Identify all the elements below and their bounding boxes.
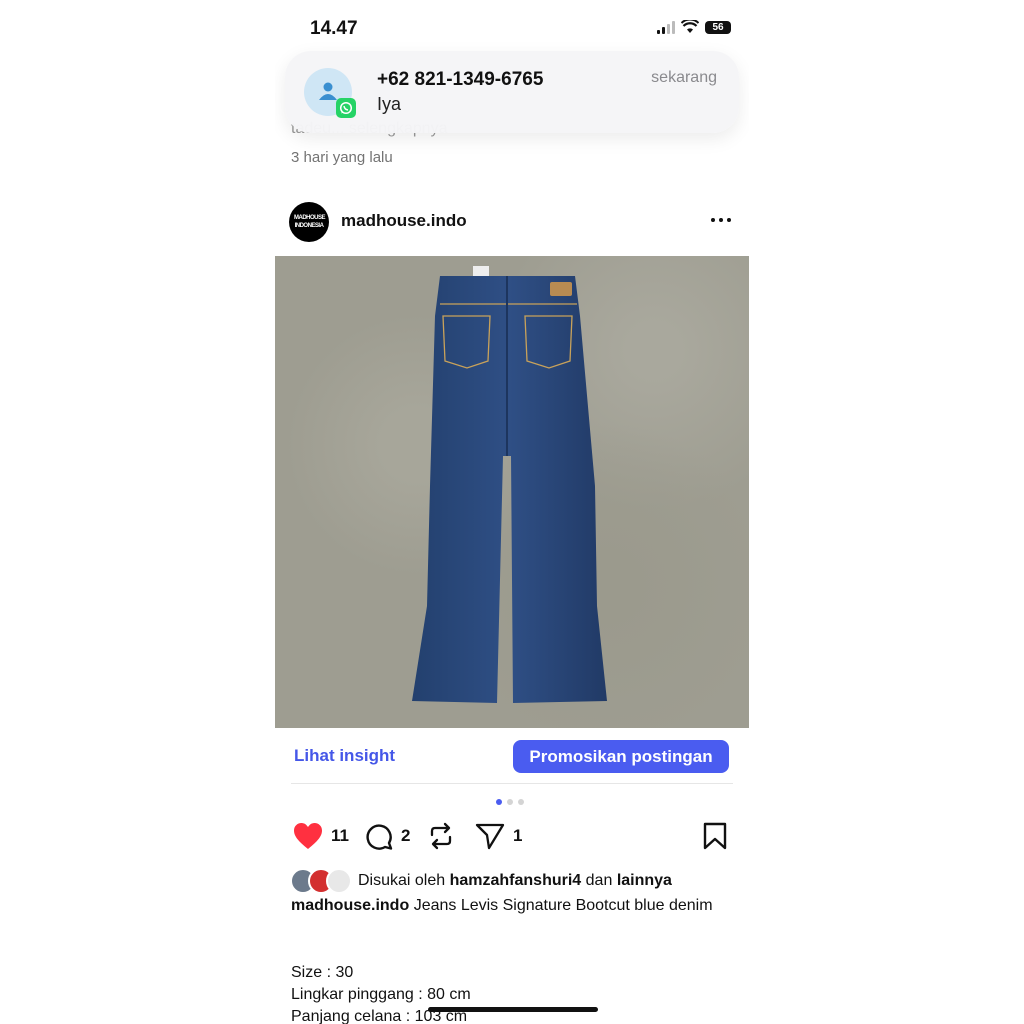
post-username[interactable]: madhouse.indo [341, 211, 467, 231]
post-image[interactable] [275, 256, 749, 728]
signal-icon [657, 20, 675, 34]
detail-line: Size : 30 [291, 964, 354, 981]
previous-post-time: 3 hari yang lalu [291, 149, 393, 166]
save-group[interactable] [703, 822, 727, 850]
promote-post-button[interactable]: Promosikan postingan [513, 740, 729, 773]
repost-icon[interactable] [428, 822, 454, 850]
liked-by-prefix: Disukai oleh [358, 872, 446, 889]
home-indicator[interactable] [428, 1007, 598, 1012]
liked-by-others[interactable]: lainnya [617, 872, 672, 890]
phone-screen: 14.47 56 tadeu... selengkapnya 3 hari ya… [275, 0, 749, 1024]
comment-group[interactable]: 2 [365, 822, 410, 850]
like-group[interactable]: 11 [293, 822, 349, 850]
wifi-icon [681, 20, 699, 33]
detail-line: Lingkar pinggang : 80 cm [291, 986, 471, 1003]
liked-by-and: dan [585, 872, 613, 889]
view-insights-link[interactable]: Lihat insight [294, 746, 395, 766]
notification-banner[interactable]: +62 821-1349-6765 Iya sekarang [285, 51, 739, 133]
caption-username[interactable]: madhouse.indo [291, 897, 409, 914]
battery-icon: 56 [705, 20, 731, 34]
status-icons: 56 [657, 20, 731, 34]
post-caption: madhouse.indo Jeans Levis Signature Boot… [291, 896, 731, 916]
liked-by-user[interactable]: hamzahfanshuri4 [450, 872, 582, 890]
carousel-indicator [496, 799, 524, 805]
caption-details: Size : 30 Lingkar pinggang : 80 cm Panja… [291, 962, 471, 1024]
avatar-logo-text: MADHOUSE INDONESIA [294, 215, 326, 229]
more-options-icon[interactable] [711, 218, 731, 222]
notification-message: Iya [377, 94, 402, 114]
comment-icon[interactable] [365, 822, 393, 850]
status-time: 14.47 [310, 18, 358, 39]
liked-by-row[interactable]: Disukai oleh hamzahfanshuri4 dan lainnya [290, 868, 672, 894]
notification-title: +62 821-1349-6765 [377, 69, 544, 90]
shares-count[interactable]: 1 [513, 826, 522, 846]
bookmark-icon[interactable] [703, 822, 727, 850]
profile-avatar[interactable]: MADHOUSE INDONESIA [289, 202, 329, 242]
repost-group[interactable] [428, 822, 454, 850]
notification-time: sekarang [651, 69, 717, 86]
liker-avatar[interactable] [326, 868, 352, 894]
whatsapp-icon [336, 98, 356, 118]
heart-icon[interactable] [293, 822, 323, 850]
send-icon[interactable] [475, 822, 505, 850]
comments-count[interactable]: 2 [401, 826, 410, 846]
divider [291, 783, 733, 784]
jeans-illustration [412, 266, 607, 703]
caption-text: Jeans Levis Signature Bootcut blue denim [413, 897, 713, 914]
person-icon [319, 82, 337, 100]
likes-count[interactable]: 11 [331, 826, 349, 846]
share-group[interactable]: 1 [475, 822, 522, 850]
